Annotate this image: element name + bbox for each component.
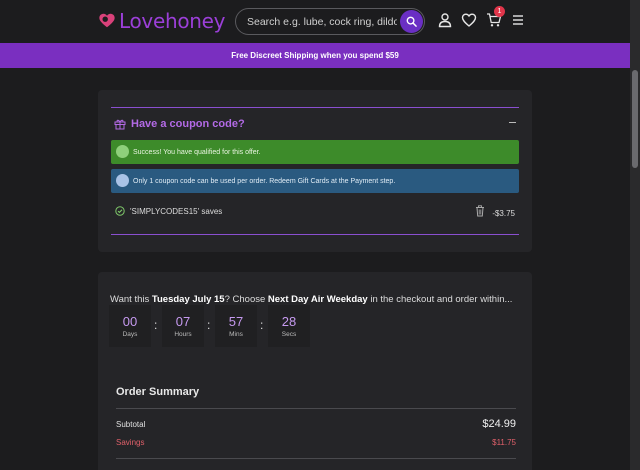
account-icon[interactable] [437,12,453,28]
logo-text: Lovehoney [119,9,226,33]
applied-coupon-text: 'SIMPLYCODES15' saves [130,206,223,216]
savings-label: Savings [116,438,145,447]
coupon-card: Have a coupon code? Success! You have qu… [98,90,532,252]
success-alert: Success! You have qualified for this off… [111,140,519,164]
timer-secs-label: Secs [281,331,297,338]
search-input[interactable] [247,14,397,30]
page-scrollbar[interactable] [630,0,640,470]
scrollbar-thumb[interactable] [632,70,638,168]
delivery-date: Tuesday July 15 [151,294,225,305]
collapse-toggle-button[interactable] [506,116,518,128]
heart-logo-icon [99,13,115,28]
info-icon [116,174,129,187]
promo-text: Free Discreet Shipping when you spend $5… [231,51,399,60]
timer-days-value: 00 [122,314,138,329]
timer-separator: : [260,318,264,332]
checkout-card: Want this Tuesday July 15? Choose Next D… [98,272,532,470]
trash-icon[interactable] [475,205,485,217]
timer-mins-value: 57 [228,314,244,329]
deadline-suffix: in the checkout and order within... [367,294,513,305]
info-message: Only 1 coupon code can be used per order… [133,177,396,185]
delivery-deadline-text: Want this Tuesday July 15? Choose Next D… [110,294,512,305]
delivery-method: Next Day Air Weekday [267,294,368,305]
deadline-prefix: Want this [110,294,152,305]
subtotal-value: $24.99 [482,418,516,430]
timer-secs-value: 28 [281,314,297,329]
success-message: Success! You have qualified for this off… [133,148,261,156]
timer-separator: : [207,318,211,332]
heart-icon[interactable] [461,12,477,28]
check-circle-icon [115,206,125,216]
timer-mins-label: Mins [229,331,243,338]
menu-icon[interactable] [510,12,526,28]
coupon-discount: -$3.75 [492,209,515,218]
timer-secs: 28 Secs [268,305,310,347]
coupon-header[interactable]: Have a coupon code? [114,118,245,130]
coupon-title: Have a coupon code? [131,118,245,130]
timer-separator: : [154,318,158,332]
gift-icon [114,119,126,130]
minus-icon [508,121,516,123]
lovehoney-logo[interactable]: Lovehoney [98,9,226,33]
timer-days: 00 Days [109,305,151,347]
success-icon [116,145,129,158]
search-button[interactable] [400,10,423,33]
shipping-promo-bar: Free Discreet Shipping when you spend $5… [0,43,630,68]
timer-hours-label: Hours [174,331,192,338]
subtotal-label: Subtotal [116,420,146,429]
applied-coupon-row: 'SIMPLYCODES15' saves [115,206,222,216]
search-bar [235,8,425,35]
info-alert: Only 1 coupon code can be used per order… [111,169,519,193]
divider [116,458,516,459]
timer-hours: 07 Hours [162,305,204,347]
timer-mins: 57 Mins [215,305,257,347]
order-summary-title: Order Summary [116,386,200,398]
timer-hours-value: 07 [175,314,191,329]
site-header: Lovehoney 1 [0,0,630,43]
deadline-mid: ? Choose [224,294,268,305]
cart-count-badge: 1 [494,6,505,17]
search-icon [406,16,417,27]
timer-days-label: Days [122,331,138,338]
divider [116,408,516,409]
savings-value: $11.75 [492,438,516,447]
